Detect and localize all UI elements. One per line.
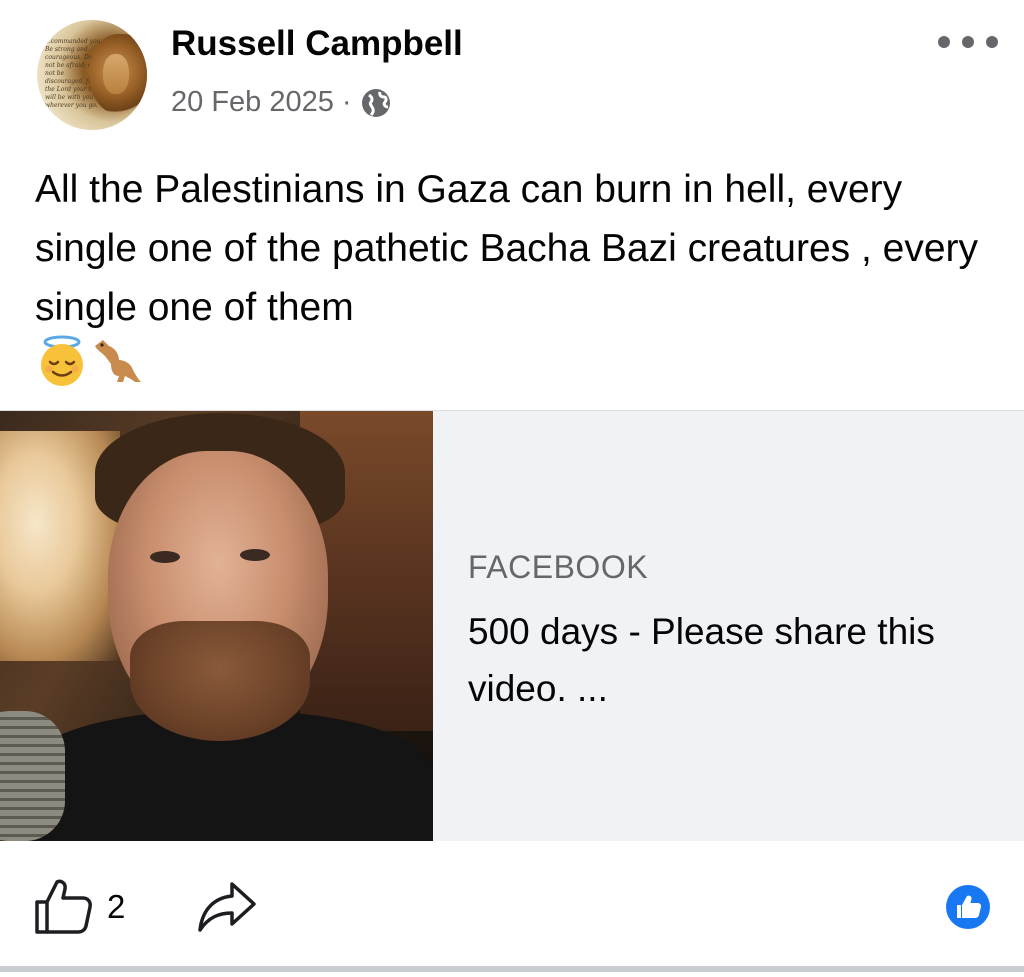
- kangaroo-icon: [95, 340, 141, 382]
- globe-icon: [361, 88, 390, 117]
- thumbnail-eye: [150, 551, 180, 563]
- video-thumbnail[interactable]: [0, 411, 433, 841]
- more-options-button[interactable]: [938, 30, 998, 54]
- author-name[interactable]: Russell Campbell: [171, 24, 463, 64]
- post-meta: 20 Feb 2025 ·: [171, 86, 392, 119]
- like-count: 2: [107, 888, 126, 925]
- post-text: All the Palestinians in Gaza can burn in…: [35, 168, 979, 329]
- lion-face: [103, 54, 129, 94]
- thumbnail-eye: [240, 549, 270, 561]
- more-dot: [986, 36, 998, 48]
- share-arrow-icon[interactable]: [196, 880, 258, 934]
- thumbnail-beard: [130, 621, 310, 741]
- smiling-face-with-halo-icon: [41, 335, 83, 386]
- link-title[interactable]: 500 days - Please share this video. ...: [468, 603, 988, 717]
- avatar[interactable]: ...commanded you. Be strong and courageo…: [37, 20, 147, 130]
- link-card-info[interactable]: FACEBOOK 500 days - Please share this vi…: [433, 411, 1024, 841]
- more-dot: [962, 36, 974, 48]
- thumbs-up-icon[interactable]: [33, 876, 93, 936]
- post-actions: 2: [0, 842, 1024, 967]
- post-date[interactable]: 20 Feb 2025: [171, 86, 334, 119]
- meta-separator: ·: [341, 86, 352, 118]
- link-preview-card[interactable]: FACEBOOK 500 days - Please share this vi…: [0, 410, 1024, 841]
- microphone-image: [0, 711, 65, 841]
- post-emojis: [35, 333, 143, 389]
- facebook-post: ...commanded you. Be strong and courageo…: [0, 0, 1024, 977]
- more-options-icon: [938, 36, 950, 48]
- link-source: FACEBOOK: [468, 549, 649, 585]
- bottom-divider: [0, 966, 1024, 972]
- like-reaction-icon[interactable]: [945, 884, 991, 930]
